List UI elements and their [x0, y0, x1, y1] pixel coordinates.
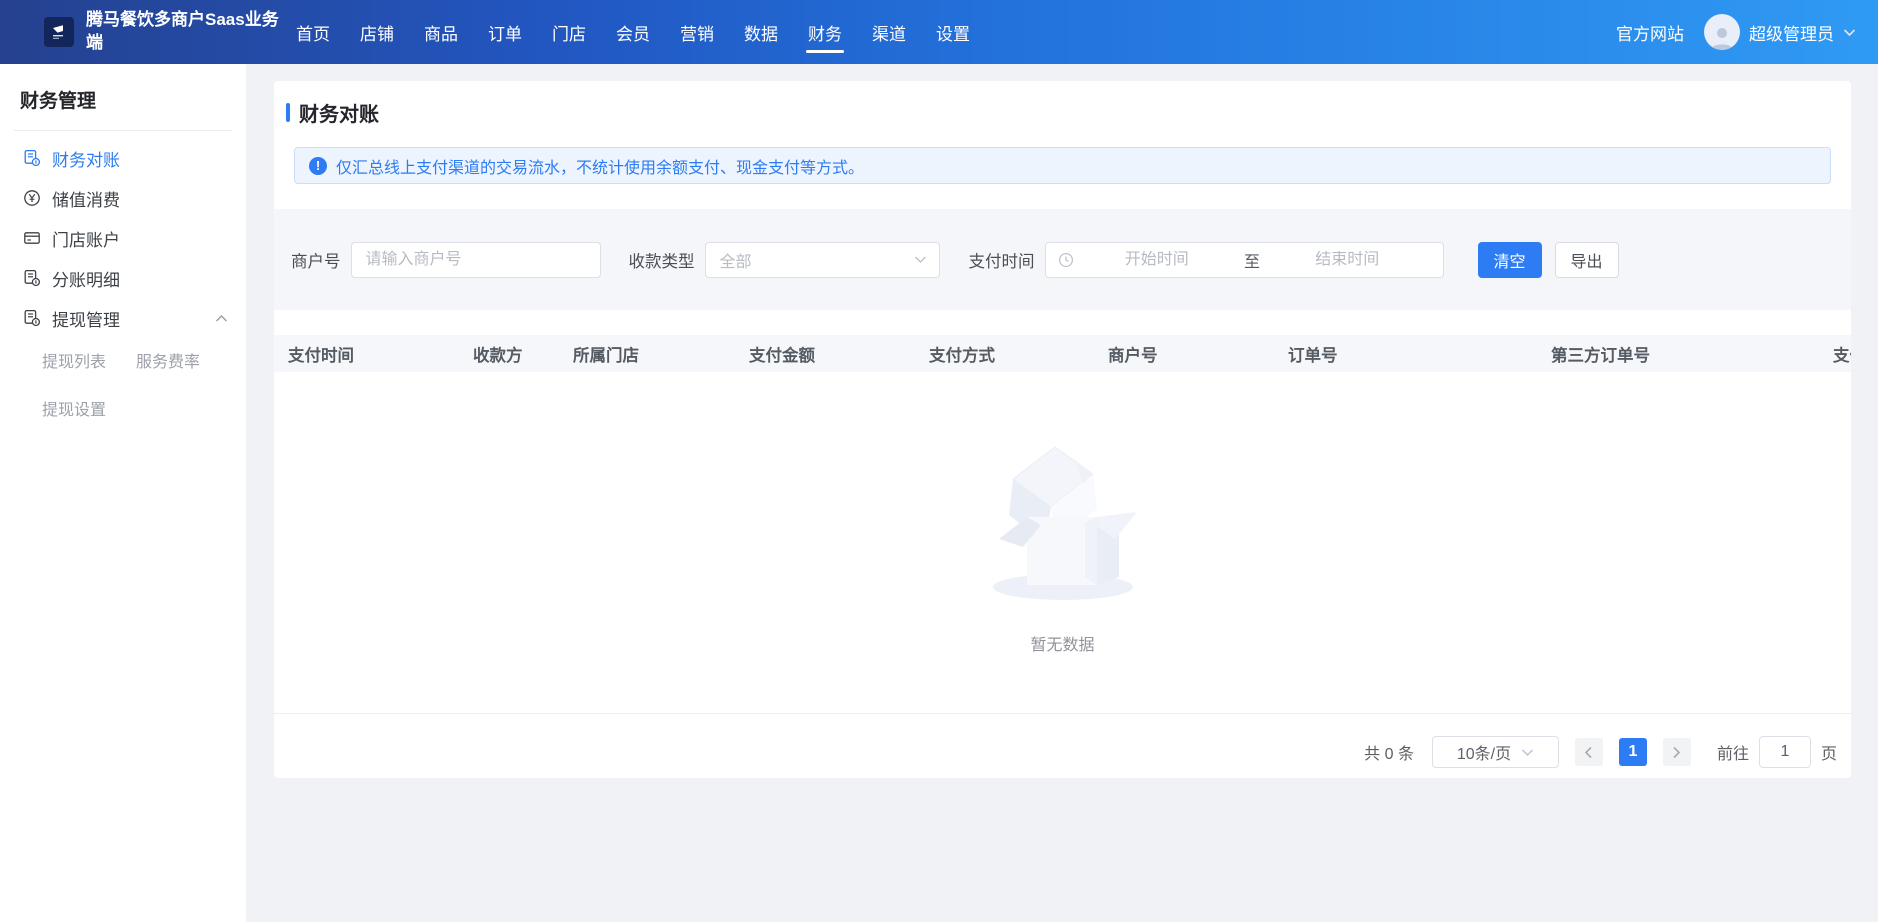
- table-header-cell: 订单号: [1274, 342, 1537, 366]
- ledger-coin-icon: [23, 149, 41, 167]
- merchant-id-label: 商户号: [291, 248, 341, 272]
- bank-card-icon: [23, 229, 41, 247]
- table-header-cell: 所属门店: [559, 342, 735, 366]
- nav-item-data[interactable]: 数据: [744, 0, 778, 64]
- page-title-text: 财务对账: [299, 98, 379, 127]
- brand-title: 腾马餐饮多商户Saas业务端: [86, 9, 282, 55]
- nav-item-orders[interactable]: 订单: [488, 0, 522, 64]
- merchant-id-input[interactable]: [351, 242, 601, 278]
- export-button[interactable]: 导出: [1555, 242, 1619, 278]
- sidebar-item-store-account[interactable]: 门店账户: [0, 218, 246, 258]
- page-title: 财务对账: [286, 98, 1851, 127]
- top-header: 腾马餐饮多商户Saas业务端 首页 店铺 商品 订单 门店 会员 营销 数据 财…: [0, 0, 1878, 64]
- chevron-right-icon: [1672, 746, 1681, 759]
- chevron-down-icon: [1843, 28, 1856, 37]
- person-icon: [1708, 24, 1736, 50]
- payee-type-label: 收款类型: [629, 248, 695, 272]
- table-header-cell: 支付时间: [274, 342, 459, 366]
- brand-logo: [44, 17, 74, 47]
- clock-icon: [1058, 252, 1074, 268]
- goto-label: 前往: [1717, 740, 1749, 764]
- table-header-cell: 商户号: [1094, 342, 1274, 366]
- table-header-cell: 支付金额: [735, 342, 915, 366]
- submenu-item-service-rate[interactable]: 服务费率: [136, 348, 246, 372]
- brand-logo-icon: [49, 22, 69, 42]
- sidebar-item-withdraw-management[interactable]: 提现管理: [0, 298, 246, 338]
- chevron-down-icon: [914, 255, 927, 264]
- sidebar-item-label: 提现管理: [52, 306, 120, 331]
- empty-state: 暂无数据: [274, 372, 1851, 714]
- user-menu[interactable]: 超级管理员: [1704, 14, 1856, 50]
- info-alert: ! 仅汇总线上支付渠道的交易流水，不统计使用余额支付、现金支付等方式。: [294, 147, 1831, 184]
- nav-item-channels[interactable]: 渠道: [872, 0, 906, 64]
- user-name: 超级管理员: [1749, 20, 1834, 45]
- total-count: 共 0 条: [1364, 740, 1414, 764]
- filter-panel: 商户号 收款类型 全部 支付时间 至 清: [274, 209, 1851, 310]
- nav-item-marketing[interactable]: 营销: [680, 0, 714, 64]
- next-page-button[interactable]: [1663, 738, 1691, 766]
- range-separator: 至: [1240, 248, 1264, 272]
- main-content: 财务对账 ! 仅汇总线上支付渠道的交易流水，不统计使用余额支付、现金支付等方式。…: [246, 64, 1878, 778]
- sidebar-item-label: 门店账户: [52, 226, 120, 251]
- sidebar-item-finance-reconciliation[interactable]: 财务对账: [0, 138, 246, 178]
- main-nav: 首页 店铺 商品 订单 门店 会员 营销 数据 财务 渠道 设置: [296, 0, 970, 64]
- nav-item-finance[interactable]: 财务: [808, 0, 842, 64]
- sidebar-item-split-detail[interactable]: 分账明细: [0, 258, 246, 298]
- sidebar-item-label: 财务对账: [52, 146, 120, 171]
- sidebar: 财务管理 财务对账 储值消费 门: [0, 64, 246, 922]
- info-icon: !: [309, 157, 327, 175]
- nav-item-stores[interactable]: 门店: [552, 0, 586, 64]
- sidebar-submenu: 提现列表 服务费率 提现设置: [0, 338, 246, 420]
- nav-item-shop[interactable]: 店铺: [360, 0, 394, 64]
- sidebar-title: 财务管理: [0, 64, 246, 113]
- page-number-1[interactable]: 1: [1619, 738, 1647, 766]
- table-header-cell: 支付方式: [915, 342, 1094, 366]
- sidebar-item-label: 储值消费: [52, 186, 120, 211]
- nav-item-goods[interactable]: 商品: [424, 0, 458, 64]
- submenu-item-withdraw-list[interactable]: 提现列表: [42, 348, 136, 372]
- pagination: 共 0 条 10条/页 1 前往 页: [274, 736, 1851, 768]
- table-header: 支付时间 收款方 所属门店 支付金额 支付方式 商户号 订单号 第三方订单号 支…: [274, 335, 1851, 372]
- chevron-left-icon: [1584, 746, 1593, 759]
- start-time-input[interactable]: [1074, 251, 1241, 269]
- chevron-up-icon: [215, 314, 228, 323]
- table-header-cell: 第三方订单号: [1537, 342, 1819, 366]
- nav-item-members[interactable]: 会员: [616, 0, 650, 64]
- sidebar-item-stored-value[interactable]: 储值消费: [0, 178, 246, 218]
- ledger-coin-icon: [23, 269, 41, 287]
- clear-button[interactable]: 清空: [1478, 242, 1542, 278]
- select-value: 全部: [720, 248, 914, 272]
- end-time-input[interactable]: [1264, 251, 1431, 269]
- submenu-item-withdraw-settings[interactable]: 提现设置: [42, 396, 136, 420]
- title-accent-bar: [286, 103, 290, 122]
- date-range-picker[interactable]: 至: [1045, 242, 1444, 278]
- empty-box-illustration: [977, 427, 1149, 605]
- nav-item-home[interactable]: 首页: [296, 0, 330, 64]
- ledger-coin-icon: [23, 309, 41, 327]
- nav-item-settings[interactable]: 设置: [936, 0, 970, 64]
- pay-time-label: 支付时间: [969, 248, 1035, 272]
- table-header-cell: 收款方: [459, 342, 559, 366]
- avatar: [1704, 14, 1740, 50]
- page-size-select[interactable]: 10条/页: [1432, 736, 1559, 768]
- goto-page-input[interactable]: [1759, 736, 1811, 768]
- prev-page-button[interactable]: [1575, 738, 1603, 766]
- official-site-link[interactable]: 官方网站: [1616, 20, 1684, 45]
- page-size-value: 10条/页: [1457, 740, 1511, 764]
- content-card: 财务对账 ! 仅汇总线上支付渠道的交易流水，不统计使用余额支付、现金支付等方式。…: [274, 81, 1851, 778]
- alert-text: 仅汇总线上支付渠道的交易流水，不统计使用余额支付、现金支付等方式。: [336, 154, 864, 178]
- payee-type-select[interactable]: 全部: [705, 242, 940, 278]
- sidebar-item-label: 分账明细: [52, 266, 120, 291]
- chevron-down-icon: [1521, 748, 1534, 757]
- table-header-cell: 支付: [1819, 342, 1851, 366]
- header-right: 官方网站 超级管理员: [1616, 14, 1856, 50]
- page-unit-label: 页: [1821, 740, 1837, 764]
- sidebar-menu: 财务对账 储值消费 门店账户 分账: [0, 131, 246, 420]
- empty-text: 暂无数据: [1030, 631, 1094, 655]
- yen-circle-icon: [23, 189, 41, 207]
